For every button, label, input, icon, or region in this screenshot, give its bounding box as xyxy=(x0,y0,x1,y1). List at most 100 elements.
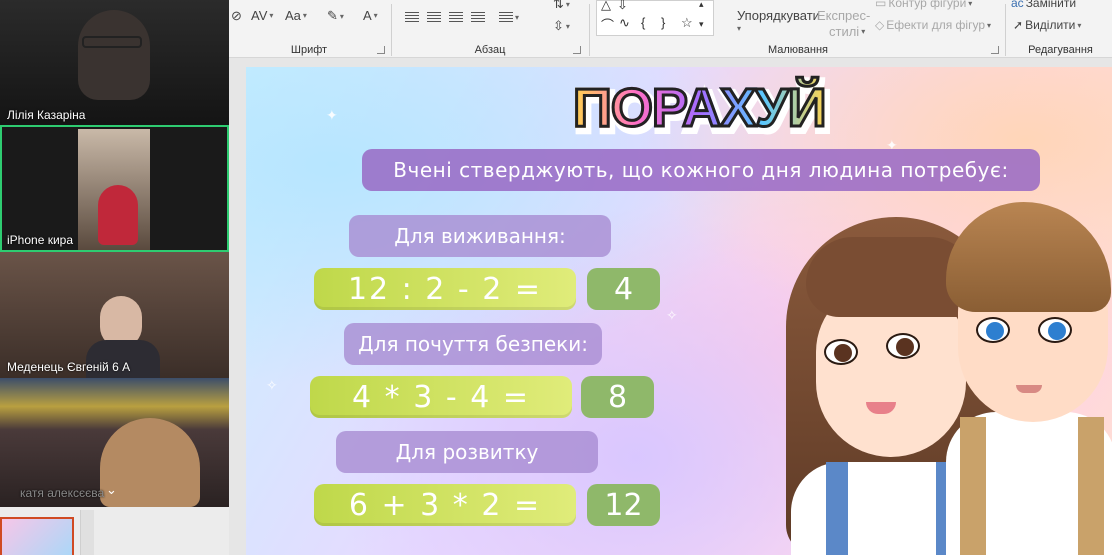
section-label: Для виживання: xyxy=(349,215,611,257)
replace-button[interactable]: ac Замінити xyxy=(1011,0,1076,10)
glasses-icon xyxy=(82,36,142,48)
drawing-group-label: Малювання xyxy=(767,44,829,56)
chevron-down-icon[interactable]: ⌄ xyxy=(106,482,117,498)
shape-outline-button[interactable]: ▭ Контур фігури ▾ xyxy=(875,0,972,10)
chevron-down-icon: ▾ xyxy=(861,27,866,36)
boy-right-eye-icon xyxy=(1038,317,1072,343)
section-label: Для почуття безпеки: xyxy=(344,323,602,365)
answer-box: 8 xyxy=(581,376,654,418)
align-text-button[interactable]: ⇳ ▾ xyxy=(553,18,570,34)
girl-overall-strap xyxy=(826,462,848,555)
slide-title: ПОРАХУЙ xyxy=(572,77,829,140)
cursor-icon: ➚ xyxy=(1013,18,1024,32)
clear-format-icon: ⊘ xyxy=(231,8,242,23)
paragraph-group-label: Абзац xyxy=(474,44,506,56)
answer-box: 4 xyxy=(587,268,660,310)
select-button[interactable]: ➚ Виділити ▾ xyxy=(1013,18,1081,32)
arrow-shape-icon[interactable]: ⇩ xyxy=(617,0,628,13)
participant-name: катя алексєєва xyxy=(20,486,105,500)
thumbnail-scrollbar[interactable] xyxy=(80,510,94,555)
justify-button[interactable] xyxy=(471,12,485,22)
girl-left-eye-icon xyxy=(824,339,858,365)
triangle-shape-icon[interactable]: △ xyxy=(601,0,611,13)
slide-thumbnail-pane xyxy=(0,507,229,555)
participant-silhouette xyxy=(78,10,150,100)
subtitle-text: Вчені стверджують, що кожного дня людина… xyxy=(393,158,1009,182)
chevron-down-icon: ▾ xyxy=(302,11,307,20)
columns-icon xyxy=(499,12,513,22)
curve-shape-icon[interactable]: ∿ xyxy=(619,15,630,31)
align-center-icon xyxy=(427,12,441,22)
ribbon-divider xyxy=(391,4,392,56)
text-direction-button[interactable]: ⇅ ▾ xyxy=(553,0,570,12)
clear-format-button[interactable]: ⊘ xyxy=(231,8,242,24)
text-direction-icon: ⇅ xyxy=(553,0,564,11)
align-left-button[interactable] xyxy=(405,12,419,22)
equation-box: 6 + 3 * 2 = xyxy=(314,484,576,526)
chevron-down-icon: ▾ xyxy=(737,24,742,33)
drawing-group: △ ⇩ ⌒ ∿ { } ☆ ▴ ▾ Упорядкувати ▾ Експрес… xyxy=(593,0,1003,58)
brace-right-shape-icon[interactable]: } xyxy=(661,15,665,30)
sparkle-icon: ✦ xyxy=(326,107,338,123)
quick-styles-caret[interactable]: стилі ▾ xyxy=(829,24,865,39)
align-center-button[interactable] xyxy=(427,12,441,22)
font-size-case-button[interactable]: Aa ▾ xyxy=(285,8,307,23)
paragraph-group: ▾ ⇅ ▾ ⇳ ▾ Абзац xyxy=(395,0,585,58)
participant-tile[interactable]: катя алексєєва ⌄ xyxy=(0,378,229,507)
quick-styles-button[interactable]: Експрес- xyxy=(817,8,870,23)
boy-left-eye-icon xyxy=(976,317,1010,343)
align-left-icon xyxy=(405,12,419,22)
chevron-down-icon: ▾ xyxy=(565,21,570,31)
editing-group: ac Замінити ➚ Виділити ▾ Редагування xyxy=(1009,0,1112,58)
char-spacing-icon: AV xyxy=(251,8,268,23)
slide[interactable]: ✦ ✦ ✧ ✧ ПОРАХУЙ ПОРАХУЙ Вчені стверджуют… xyxy=(246,67,1112,555)
arrange-caret[interactable]: ▾ xyxy=(737,24,741,33)
shapes-gallery[interactable]: △ ⇩ ⌒ ∿ { } ☆ ▴ ▾ xyxy=(596,0,714,36)
participant-name: Меденець Євгеній 6 А xyxy=(7,360,131,374)
highlight-button[interactable]: ✎ ▾ xyxy=(327,8,344,24)
justify-icon xyxy=(471,12,485,22)
editing-group-label: Редагування xyxy=(1028,44,1093,56)
app-root: ⊘ AV ▾ Aa ▾ ✎ ▾ A ▾ Шрифт ▾ ⇅ ▾ ⇳ ▾ Абзац △ ⇩ xyxy=(0,0,1112,555)
girl-right-eye-icon xyxy=(886,333,920,359)
participant-name: Лілія Казаріна xyxy=(7,108,86,122)
ribbon-divider xyxy=(589,4,590,56)
chevron-down-icon: ▾ xyxy=(565,0,570,9)
ribbon-divider xyxy=(1005,4,1006,56)
participant-tile[interactable]: Лілія Казаріна xyxy=(0,0,229,125)
drawing-dialog-launcher[interactable] xyxy=(991,46,999,54)
chevron-down-icon: ▾ xyxy=(269,11,274,20)
section-label: Для розвитку xyxy=(336,431,598,473)
highlighter-icon: ✎ xyxy=(327,8,338,23)
participant-silhouette xyxy=(98,185,138,245)
arrange-button[interactable]: Упорядкувати xyxy=(737,8,820,23)
shape-effects-icon: ◇ xyxy=(875,18,885,32)
columns-button[interactable]: ▾ xyxy=(499,12,519,22)
boy-backpack-strap xyxy=(1078,417,1104,555)
arc-shape-icon[interactable]: ⌒ xyxy=(601,15,614,34)
align-text-icon: ⇳ xyxy=(553,18,564,33)
participant-tile-active[interactable]: iPhone кира xyxy=(0,125,229,252)
gallery-more-icon[interactable]: ▾ xyxy=(699,19,704,30)
align-right-button[interactable] xyxy=(449,12,463,22)
slide-thumbnail[interactable] xyxy=(0,517,74,555)
font-dialog-launcher[interactable] xyxy=(377,46,385,54)
participant-name: iPhone кира xyxy=(7,233,73,247)
char-spacing-button[interactable]: AV ▾ xyxy=(251,8,273,23)
subtitle-banner: Вчені стверджують, що кожного дня людина… xyxy=(362,149,1040,191)
gallery-scroll-up-icon[interactable]: ▴ xyxy=(699,0,704,10)
video-panel: Лілія Казаріна iPhone кира Меденець Євге… xyxy=(0,0,229,507)
font-color-icon: A xyxy=(363,8,372,23)
ribbon: ⊘ AV ▾ Aa ▾ ✎ ▾ A ▾ Шрифт ▾ ⇅ ▾ ⇳ ▾ Абзац △ ⇩ xyxy=(229,0,1112,58)
equation-box: 12 : 2 - 2 = xyxy=(314,268,576,310)
paragraph-dialog-launcher[interactable] xyxy=(573,46,581,54)
shape-outline-icon: ▭ xyxy=(875,0,887,10)
brace-left-shape-icon[interactable]: { xyxy=(641,15,645,30)
participant-tile[interactable]: Меденець Євгеній 6 А xyxy=(0,252,229,378)
font-color-button[interactable]: A ▾ xyxy=(363,8,378,23)
change-case-icon: Aa xyxy=(285,8,301,23)
star-shape-icon[interactable]: ☆ xyxy=(681,15,693,31)
font-group: ⊘ AV ▾ Aa ▾ ✎ ▾ A ▾ Шрифт xyxy=(229,0,389,58)
shape-effects-button[interactable]: ◇ Ефекти для фігур ▾ xyxy=(875,18,991,32)
answer-box: 12 xyxy=(587,484,660,526)
